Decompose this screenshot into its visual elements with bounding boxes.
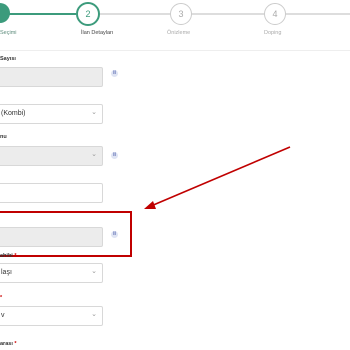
arrow-head bbox=[144, 201, 156, 209]
arrow-shaft bbox=[150, 146, 291, 207]
page: 2 3 4 Seçimi İlan Detayları Önizleme Dop… bbox=[0, 0, 350, 350]
annotation-arrow bbox=[144, 146, 291, 209]
